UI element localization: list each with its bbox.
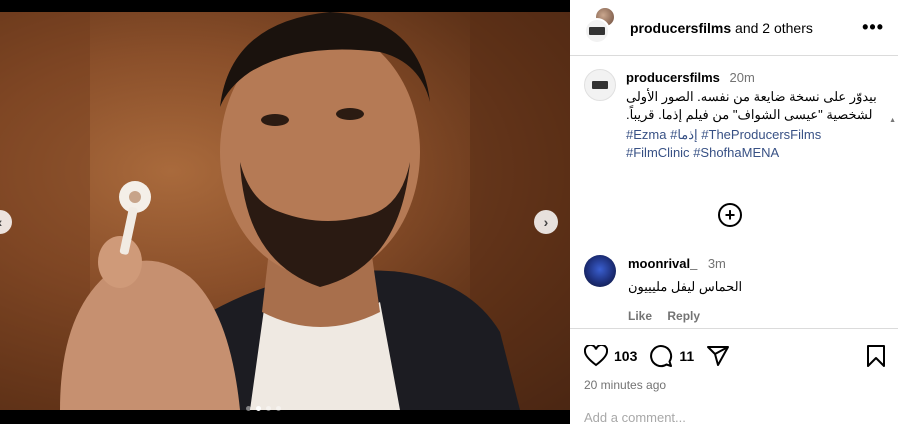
hashtag-link[interactable]: #إذما (670, 127, 698, 142)
caption-username[interactable]: producersfilms (626, 70, 720, 85)
comment-item: moonrival_ 3m الحماس ليفل مليييون Like R… (584, 255, 742, 323)
chevron-left-icon: ‹ (0, 214, 2, 230)
collab-avatars[interactable] (584, 5, 616, 44)
comment-username[interactable]: moonrival_ (628, 256, 697, 271)
comment-text: الحماس ليفل مليييون (628, 279, 743, 294)
avatar[interactable] (584, 69, 616, 101)
carousel-dots (246, 406, 281, 411)
caption: producersfilms 20m بيدوّر على نسخة ضايعة… (584, 69, 884, 162)
more-options-icon[interactable]: ••• (862, 17, 884, 38)
bookmark-icon (867, 345, 885, 367)
plus-circle-icon[interactable]: + (718, 203, 742, 227)
add-comment-input[interactable]: Add a comment... (584, 410, 686, 424)
caption-time: 20m (729, 70, 755, 85)
producersfilms-logo (592, 81, 608, 89)
photo-illustration (0, 12, 570, 410)
carousel-dot-active (256, 406, 261, 411)
like-button[interactable]: 103 (584, 345, 637, 367)
post-actions: 103 11 (584, 344, 886, 368)
like-comment-button[interactable]: Like (628, 309, 652, 323)
carousel-dot (276, 406, 281, 411)
hashtag-link[interactable]: #FilmClinic (626, 145, 690, 160)
carousel-dot (266, 406, 271, 411)
header-username[interactable]: producersfilms (630, 20, 731, 36)
scroll-up-icon[interactable]: ▲ (889, 117, 896, 124)
avatar[interactable] (584, 255, 616, 287)
post-timestamp: 20 minutes ago (584, 378, 667, 392)
post-header: producersfilms and 2 others ••• (570, 0, 898, 56)
share-icon (707, 346, 730, 366)
producersfilms-logo (589, 26, 605, 35)
comment-icon (650, 345, 673, 368)
next-image-button[interactable]: › (534, 210, 558, 234)
avatar (584, 17, 610, 44)
comment-count[interactable]: 11 (679, 348, 694, 364)
comment-button[interactable]: 11 (649, 344, 694, 368)
comments-scrollbar[interactable]: ▲ ▼ (889, 117, 896, 328)
post-side-panel: producersfilms and 2 others ••• producer… (570, 0, 898, 424)
hashtag-list: #Ezma #إذما #TheProducersFilms #FilmClin… (626, 126, 884, 162)
heart-icon (584, 345, 608, 367)
hashtag-link[interactable]: #TheProducersFilms (701, 127, 821, 142)
post-author[interactable]: producersfilms and 2 others (630, 20, 862, 36)
chevron-right-icon: › (543, 214, 549, 230)
post-photo (0, 12, 570, 410)
post-media: ‹ › (0, 0, 570, 424)
reply-comment-button[interactable]: Reply (667, 309, 700, 323)
hashtag-link[interactable]: #ShofhaMENA (693, 145, 779, 160)
hashtag-link[interactable]: #Ezma (626, 127, 666, 142)
comments-section: producersfilms 20m بيدوّر على نسخة ضايعة… (570, 57, 898, 329)
save-button[interactable] (866, 344, 886, 373)
share-button[interactable] (706, 345, 730, 367)
header-others[interactable]: and 2 others (731, 20, 813, 36)
like-count[interactable]: 103 (614, 348, 637, 364)
caption-text: بيدوّر على نسخة ضايعة من نفسه. الصور الأ… (626, 89, 877, 122)
carousel-dot (246, 406, 251, 411)
comment-time: 3m (707, 256, 726, 271)
